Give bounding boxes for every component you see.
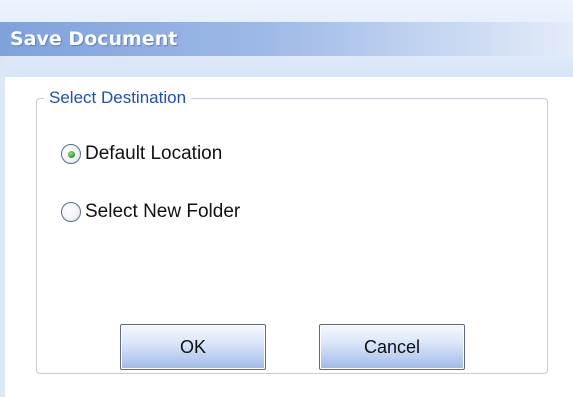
- window-left-border: [0, 56, 5, 397]
- dialog-title: Save Document: [10, 28, 178, 50]
- radio-button-icon[interactable]: [61, 144, 81, 164]
- destination-group: [36, 98, 548, 374]
- radio-default-location-label[interactable]: Default Location: [85, 143, 222, 165]
- radio-selected-dot-icon: [68, 151, 75, 158]
- destination-group-legend: Select Destination: [44, 88, 192, 108]
- ok-button[interactable]: OK: [120, 324, 266, 370]
- save-document-dialog: Save Document Select Destination Default…: [0, 0, 573, 397]
- radio-select-new-folder[interactable]: Select New Folder: [61, 201, 240, 223]
- radio-default-location[interactable]: Default Location: [61, 143, 222, 165]
- title-bar[interactable]: Save Document: [0, 0, 573, 77]
- radio-button-icon[interactable]: [61, 202, 81, 222]
- radio-select-new-folder-label[interactable]: Select New Folder: [85, 201, 240, 223]
- cancel-button[interactable]: Cancel: [319, 324, 465, 370]
